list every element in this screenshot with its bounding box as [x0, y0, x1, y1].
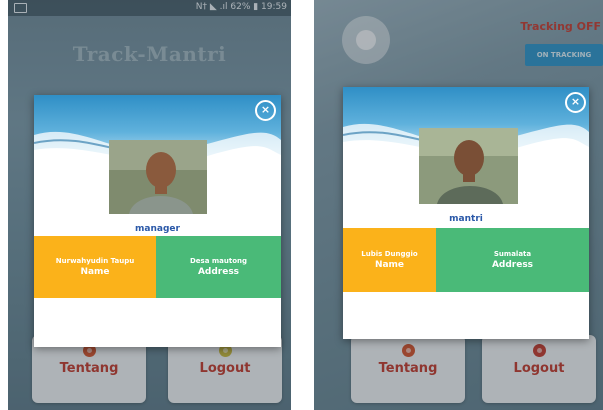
- address-cell: Sumalata Address: [436, 228, 589, 292]
- role-label: mantri: [449, 214, 483, 224]
- profile-modal: × manager Nurwahyudin Taupu Name Desa ma…: [34, 95, 281, 347]
- address-value: Sumalata: [493, 249, 532, 258]
- role-label: manager: [135, 224, 180, 234]
- name-cell: Nurwahyudin Taupu Name: [34, 236, 156, 298]
- close-icon[interactable]: ×: [565, 92, 586, 113]
- address-value: Desa mautong: [189, 256, 248, 265]
- name-value: Lubis Dunggio: [361, 249, 418, 258]
- avatar: [109, 140, 207, 214]
- close-icon[interactable]: ×: [255, 100, 276, 121]
- address-label: Address: [491, 259, 534, 270]
- address-cell: Desa mautong Address: [156, 236, 281, 298]
- profile-modal: × mantri Lubis Dunggio Name Sumalata Add…: [343, 87, 589, 339]
- name-cell: Lubis Dunggio Name: [343, 228, 436, 292]
- avatar: [419, 128, 518, 204]
- right-screen: Tracking OFF ON TRACKING Tentang Logout …: [314, 0, 603, 410]
- name-label: Name: [374, 259, 405, 270]
- avatar-photo: [419, 128, 518, 204]
- left-screen: N† ◣ .ıl 62% ▮ 19:59 Track-Mantri Tentan…: [8, 0, 291, 410]
- info-row: Nurwahyudin Taupu Name Desa mautong Addr…: [34, 236, 281, 298]
- avatar-photo: [109, 140, 207, 214]
- name-value: Nurwahyudin Taupu: [55, 256, 135, 265]
- address-label: Address: [197, 266, 240, 277]
- name-label: Name: [80, 266, 110, 277]
- info-row: Lubis Dunggio Name Sumalata Address: [343, 228, 589, 292]
